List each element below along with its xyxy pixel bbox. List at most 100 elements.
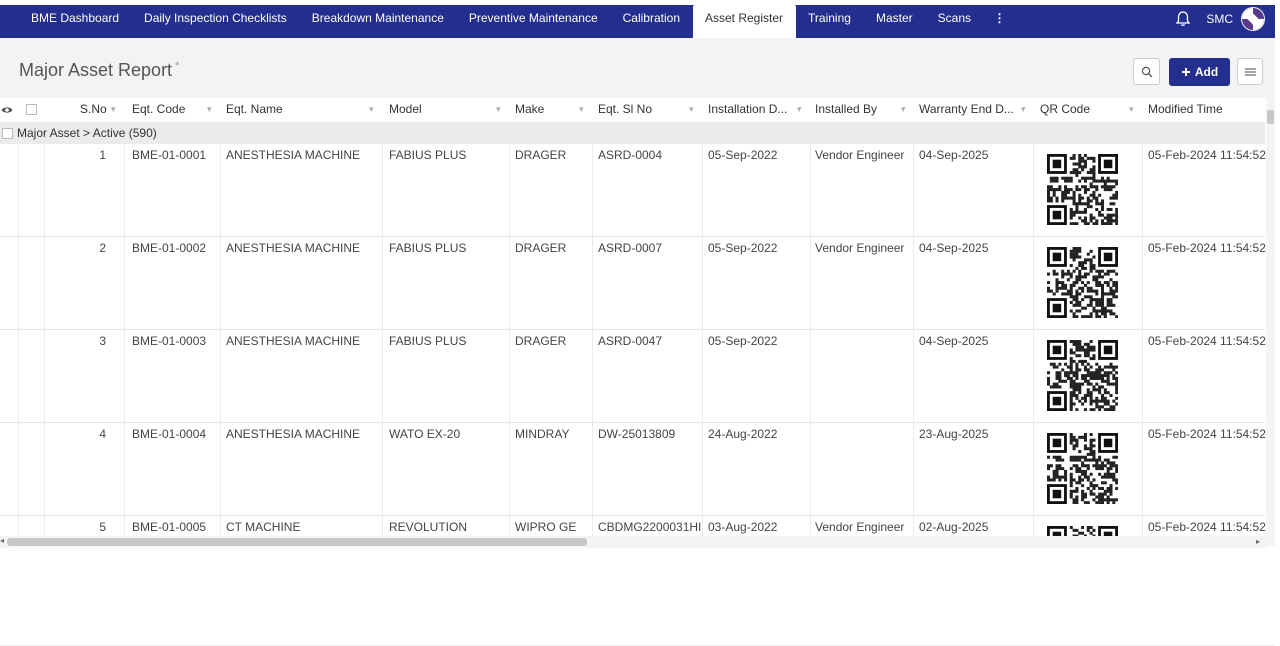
cell-installation-date: 05-Sep-2022 bbox=[708, 334, 778, 348]
chevron-down-icon[interactable]: ▾ bbox=[797, 98, 802, 120]
cell-modified-time: 05-Feb-2024 11:54:52 bbox=[1148, 520, 1266, 534]
scroll-right-icon[interactable]: ▸ bbox=[1256, 537, 1260, 546]
col-header-modified[interactable]: Modified Time bbox=[1148, 98, 1223, 122]
qr-code-image[interactable] bbox=[1047, 154, 1119, 226]
tab-asset-register[interactable]: Asset Register bbox=[692, 5, 796, 38]
cell-model: FABIUS PLUS bbox=[389, 241, 467, 255]
table-row[interactable]: 2 BME-01-0002 ANESTHESIA MACHINE FABIUS PLU… bbox=[0, 237, 1266, 330]
cell-warranty-end: 04-Sep-2025 bbox=[919, 334, 989, 348]
chevron-down-icon[interactable]: ▾ bbox=[1129, 98, 1134, 120]
avatar[interactable] bbox=[1241, 6, 1265, 31]
more-menu-icon[interactable]: ⋮ bbox=[984, 5, 1016, 38]
cell-sno: 5 bbox=[99, 520, 106, 534]
col-header-slno-label: Eqt. Sl No bbox=[598, 102, 653, 116]
tab-daily-inspection[interactable]: Daily Inspection Checklists bbox=[132, 5, 300, 38]
col-header-model[interactable]: Model ▾ bbox=[389, 98, 501, 122]
col-header-make[interactable]: Make ▾ bbox=[515, 98, 584, 122]
tab-bme-dashboard[interactable]: BME Dashboard bbox=[0, 5, 132, 38]
cell-eqt-code: BME-01-0004 bbox=[132, 427, 207, 441]
column-divider bbox=[913, 330, 914, 423]
col-header-modified-label: Modified Time bbox=[1148, 102, 1223, 116]
chevron-down-icon[interactable]: ▾ bbox=[689, 98, 694, 120]
column-divider bbox=[1142, 330, 1143, 423]
asset-grid: S.No ▾ Eqt. Code ▾ Eqt. Name ▾ Model ▾ Make ▾… bbox=[0, 98, 1275, 546]
chevron-down-icon[interactable]: ▾ bbox=[901, 98, 906, 120]
eye-icon[interactable] bbox=[1, 105, 13, 115]
qr-code-image[interactable] bbox=[1047, 340, 1119, 412]
chevron-down-icon[interactable]: ▾ bbox=[496, 98, 501, 120]
cell-eqt-name: ANESTHESIA MACHINE bbox=[226, 427, 361, 441]
table-row[interactable]: 3 BME-01-0003 ANESTHESIA MACHINE FABIUS PLU… bbox=[0, 330, 1266, 423]
chevron-down-icon[interactable]: ▾ bbox=[369, 98, 374, 120]
column-divider bbox=[124, 330, 125, 423]
cell-eqt-code: BME-01-0001 bbox=[132, 148, 207, 162]
add-button[interactable]: Add bbox=[1169, 58, 1230, 86]
search-button[interactable] bbox=[1133, 58, 1160, 85]
cell-sno: 4 bbox=[99, 427, 106, 441]
col-header-code-label: Eqt. Code bbox=[132, 102, 186, 116]
tab-preventive-maintenance[interactable]: Preventive Maintenance bbox=[456, 5, 610, 38]
group-separator: > bbox=[83, 126, 91, 140]
cell-warranty-end: 02-Aug-2025 bbox=[919, 520, 989, 534]
group-checkbox[interactable] bbox=[2, 128, 13, 139]
tab-master[interactable]: Master bbox=[863, 5, 925, 38]
group-field: Major Asset bbox=[17, 126, 80, 140]
column-divider bbox=[1142, 423, 1143, 516]
cell-model: FABIUS PLUS bbox=[389, 148, 467, 162]
cell-make: DRAGER bbox=[515, 334, 567, 348]
qr-code-image[interactable] bbox=[1047, 247, 1119, 319]
table-row[interactable]: 1 BME-01-0001 ANESTHESIA MACHINE FABIUS PLU… bbox=[0, 144, 1266, 237]
col-header-make-label: Make bbox=[515, 102, 545, 116]
column-divider bbox=[18, 237, 19, 330]
col-header-name[interactable]: Eqt. Name ▾ bbox=[226, 98, 374, 122]
table-row[interactable]: 4 BME-01-0004 ANESTHESIA MACHINE WATO EX-20… bbox=[0, 423, 1266, 516]
cell-installed-by: Vendor Engineer bbox=[815, 241, 905, 255]
col-header-installation[interactable]: Installation D... ▾ bbox=[708, 98, 802, 122]
column-divider bbox=[44, 423, 45, 516]
qr-code-image[interactable] bbox=[1047, 433, 1119, 505]
column-divider bbox=[1033, 237, 1034, 330]
col-header-sno-label: S.No bbox=[80, 102, 107, 116]
user-name[interactable]: SMC bbox=[1206, 12, 1233, 26]
col-header-slno[interactable]: Eqt. Sl No ▾ bbox=[598, 98, 694, 122]
col-header-code[interactable]: Eqt. Code ▾ bbox=[132, 98, 212, 122]
vertical-scrollbar-thumb[interactable] bbox=[1267, 110, 1274, 124]
chevron-down-icon[interactable]: ▾ bbox=[111, 98, 116, 120]
col-header-sno[interactable]: S.No ▾ bbox=[80, 98, 116, 122]
scroll-left-icon[interactable]: ◂ bbox=[0, 536, 4, 545]
column-divider bbox=[1033, 330, 1034, 423]
tab-calibration[interactable]: Calibration bbox=[610, 5, 692, 38]
hamburger-menu-button[interactable] bbox=[1237, 58, 1263, 85]
cell-eqt-sl-no: CBDMG2200031HI bbox=[598, 520, 702, 534]
cell-installed-by: Vendor Engineer bbox=[815, 520, 905, 534]
tab-scans[interactable]: Scans bbox=[925, 5, 983, 38]
cell-eqt-sl-no: ASRD-0047 bbox=[598, 334, 663, 348]
bell-icon[interactable] bbox=[1174, 10, 1192, 28]
group-row[interactable]: Major Asset > Active (590) bbox=[0, 122, 1265, 144]
cell-installation-date: 05-Sep-2022 bbox=[708, 241, 778, 255]
column-divider bbox=[124, 423, 125, 516]
horizontal-scrollbar[interactable]: ◂ ▸ bbox=[0, 536, 1266, 548]
cell-eqt-code: BME-01-0002 bbox=[132, 241, 207, 255]
col-header-qr-label: QR Code bbox=[1040, 102, 1091, 116]
column-divider bbox=[1033, 423, 1034, 516]
tab-breakdown-maintenance[interactable]: Breakdown Maintenance bbox=[299, 5, 456, 38]
cell-installation-date: 03-Aug-2022 bbox=[708, 520, 778, 534]
col-header-qr[interactable]: QR Code ▾ bbox=[1040, 98, 1134, 122]
chevron-down-icon[interactable]: ▾ bbox=[207, 98, 212, 120]
select-all-checkbox[interactable] bbox=[26, 104, 37, 115]
cell-eqt-name: ANESTHESIA MACHINE bbox=[226, 334, 361, 348]
chevron-down-icon[interactable]: ▾ bbox=[579, 98, 584, 120]
col-header-installed-by[interactable]: Installed By ▾ bbox=[815, 98, 906, 122]
cell-eqt-name: ANESTHESIA MACHINE bbox=[226, 241, 361, 255]
cell-eqt-sl-no: ASRD-0007 bbox=[598, 241, 663, 255]
col-header-warranty[interactable]: Warranty End D... ▾ bbox=[919, 98, 1026, 122]
tab-training[interactable]: Training bbox=[796, 5, 864, 38]
col-header-warranty-label: Warranty End D... bbox=[919, 102, 1014, 116]
chevron-down-icon[interactable]: ▾ bbox=[1021, 98, 1026, 120]
column-divider bbox=[44, 144, 45, 237]
cell-modified-time: 05-Feb-2024 11:54:52 bbox=[1148, 427, 1266, 441]
horizontal-scrollbar-thumb[interactable] bbox=[7, 538, 587, 546]
column-divider bbox=[1142, 237, 1143, 330]
vertical-scrollbar[interactable] bbox=[1266, 98, 1275, 546]
